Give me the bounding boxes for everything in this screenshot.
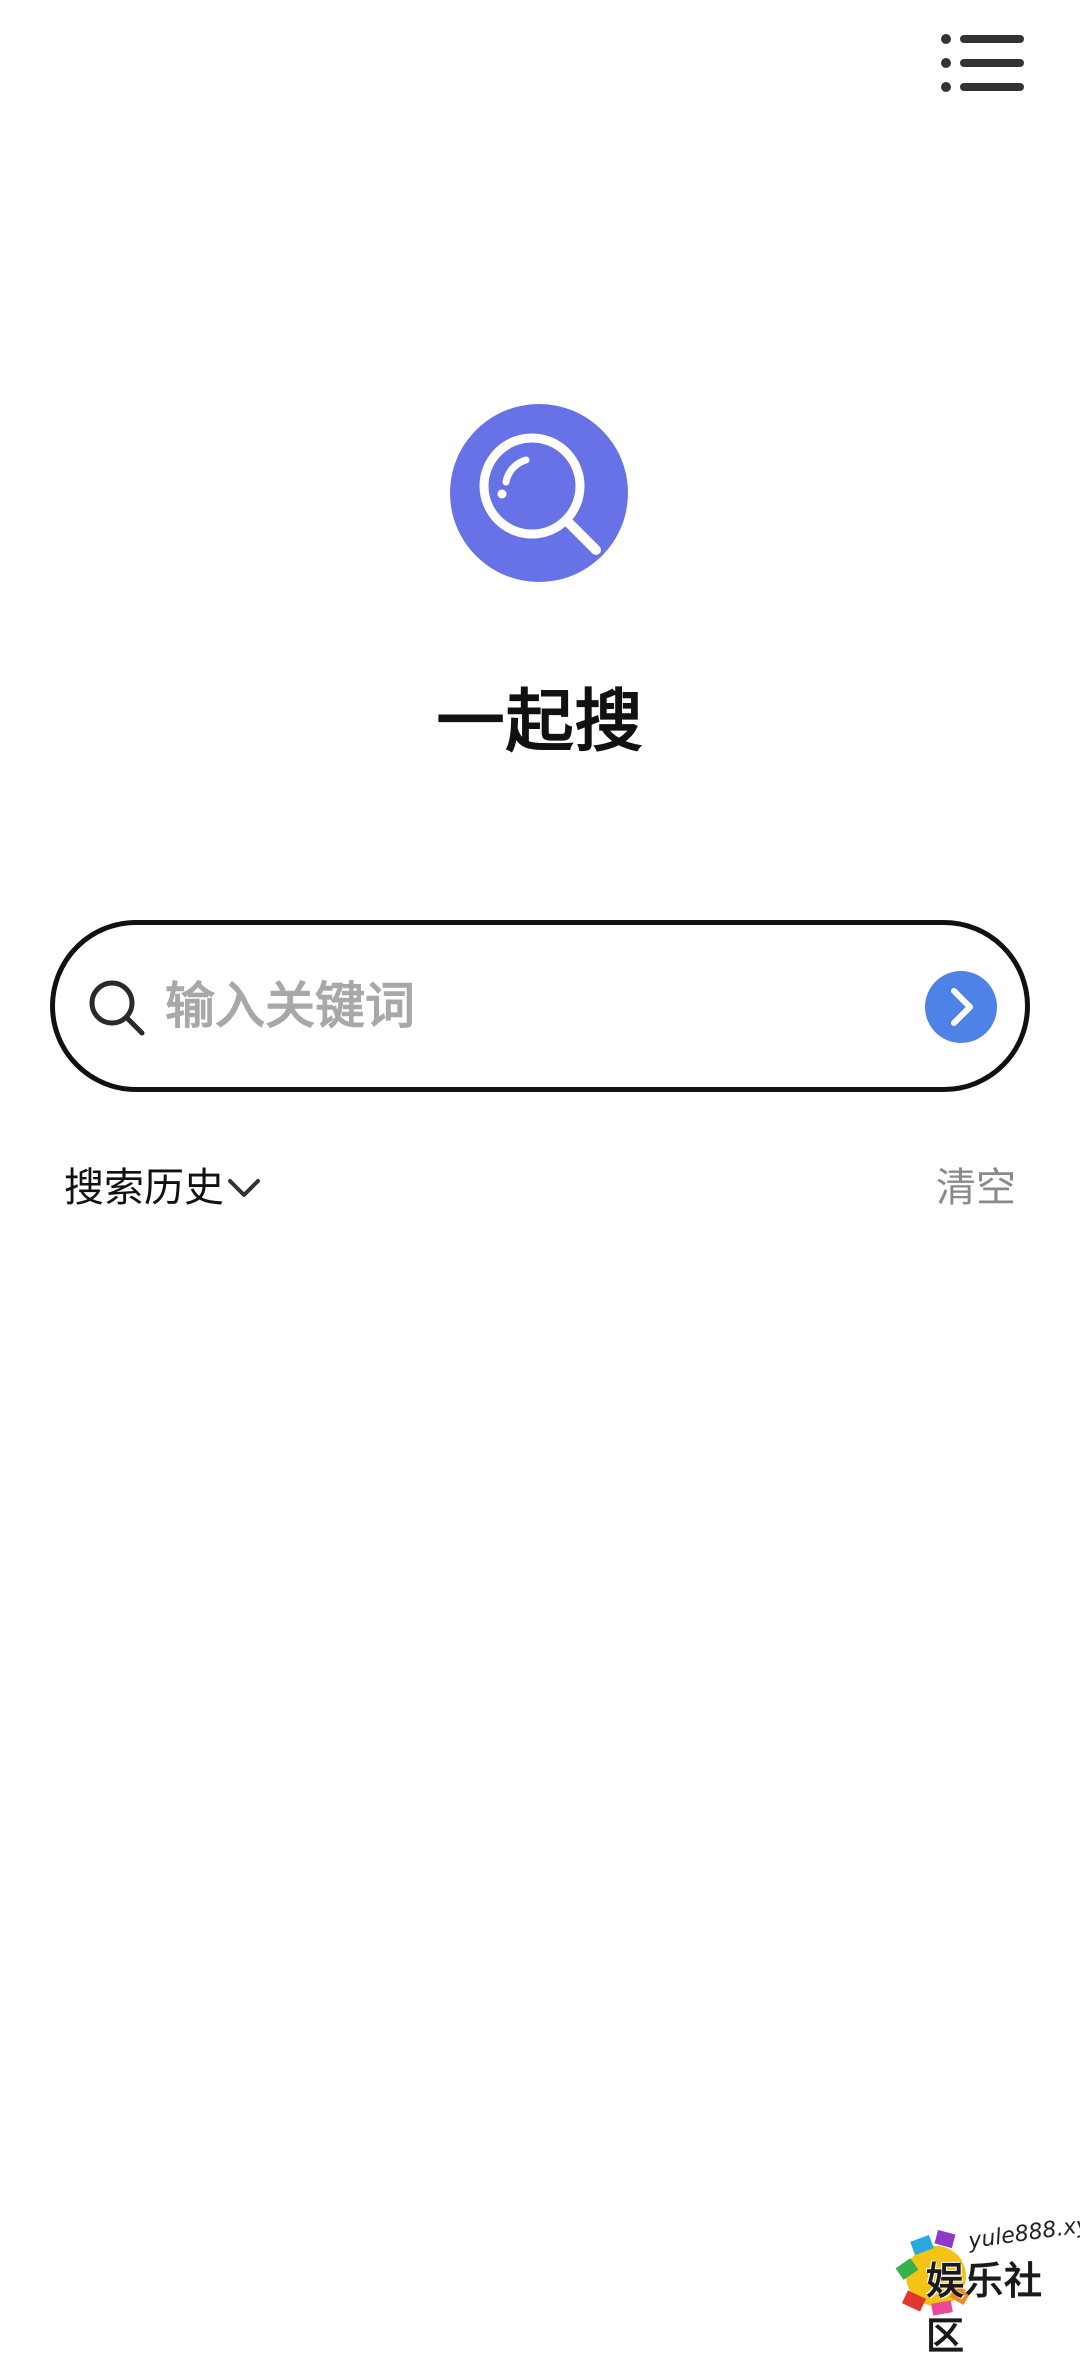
app-title: 一起搜 (436, 683, 644, 762)
app-logo (450, 404, 628, 582)
search-submit-button[interactable] (925, 971, 997, 1043)
magnifier-icon (479, 433, 601, 555)
search-history-toggle[interactable]: 搜索历史 (64, 1158, 262, 1218)
menu-button[interactable] (940, 30, 1030, 96)
search-history-label: 搜索历史 (64, 1165, 224, 1211)
clear-history-button[interactable]: 清空 (936, 1158, 1016, 1218)
arrow-right-icon (951, 988, 973, 1026)
search-bar (50, 920, 1030, 1092)
chevron-down-icon (228, 1179, 260, 1197)
search-icon (89, 980, 145, 1036)
watermark-text: 娱乐社区 (926, 2259, 1044, 2358)
watermark-url: yule888.xyz (966, 2210, 1080, 2255)
list-menu-icon (941, 34, 1024, 92)
watermark-logo: yule888.xyz 娱乐社区 (892, 2210, 1080, 2358)
search-input[interactable] (165, 965, 825, 1047)
